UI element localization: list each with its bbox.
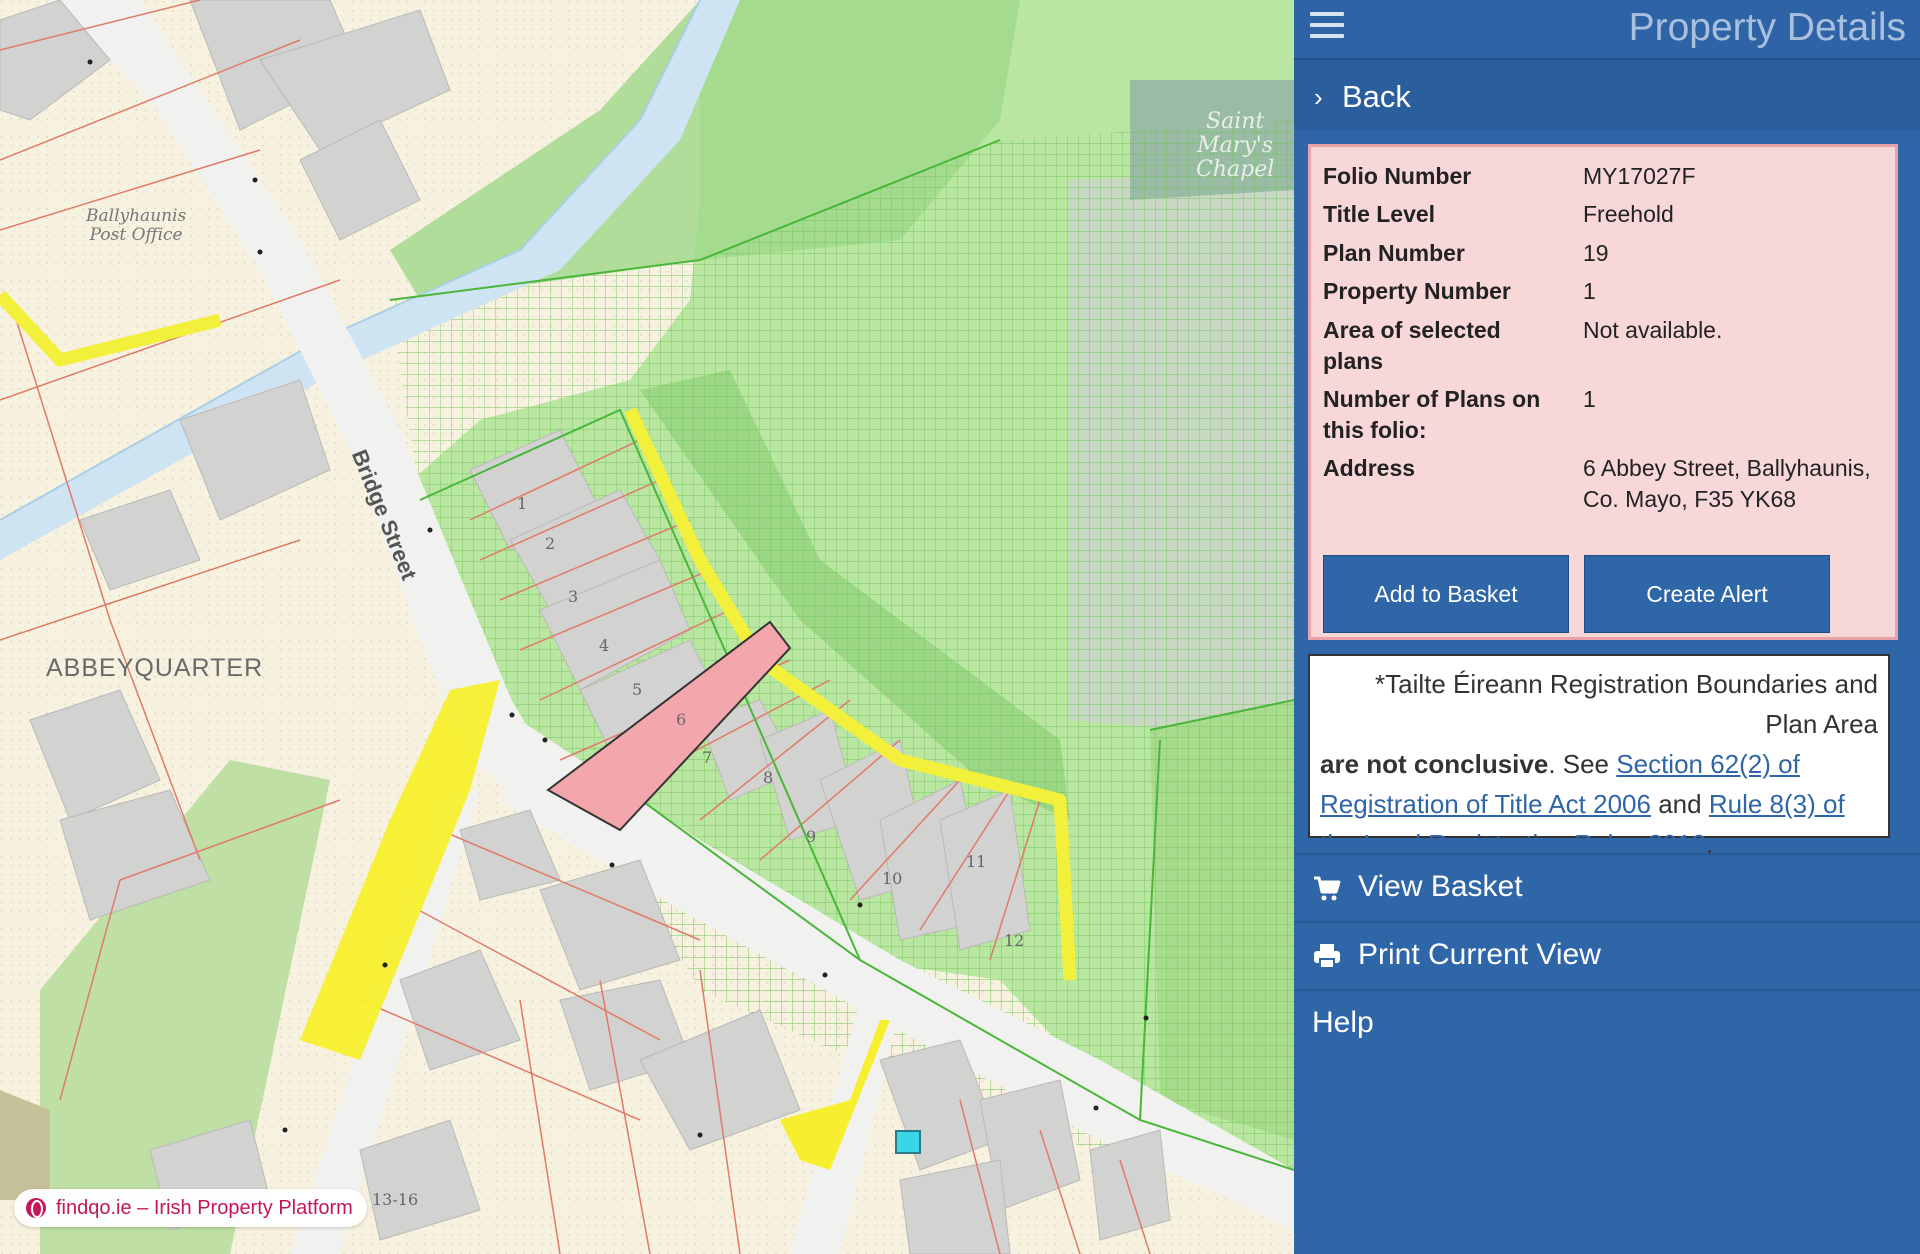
property-details-panel: Property Details › Back Folio Number MY1… xyxy=(1294,0,1920,1254)
plot-number: 13-16 xyxy=(372,1190,419,1209)
detail-value: Not available. xyxy=(1583,317,1723,343)
plot-number: 10 xyxy=(882,869,903,888)
detail-value: MY17027F xyxy=(1583,163,1696,189)
detail-key: Address xyxy=(1323,455,1416,481)
notice-and: and xyxy=(1658,789,1702,819)
plot-number: 12 xyxy=(1004,931,1025,950)
printer-icon xyxy=(1314,944,1340,969)
panel-title: Property Details xyxy=(1628,6,1906,49)
view-basket-button[interactable]: View Basket xyxy=(1294,853,1920,921)
detail-key: Plan Number xyxy=(1323,240,1465,266)
map-canvas[interactable] xyxy=(0,0,1294,1254)
detail-key: Property Number xyxy=(1323,278,1511,304)
notice-bold: are not conclusive xyxy=(1320,749,1549,779)
detail-value: 19 xyxy=(1583,240,1609,266)
plot-number: 7 xyxy=(702,748,713,767)
detail-value: 1 xyxy=(1583,278,1596,304)
post-office-label: Ballyhaunis Post Office xyxy=(86,206,187,245)
help-button[interactable]: Help xyxy=(1294,989,1920,1057)
plot-number: 1 xyxy=(517,494,528,513)
plot-number: 5 xyxy=(632,680,643,699)
plot-number: 3 xyxy=(568,587,579,606)
detail-key: Folio Number xyxy=(1323,163,1472,189)
plot-number: 6 xyxy=(676,710,687,729)
back-label: Back xyxy=(1342,79,1411,114)
hamburger-icon[interactable] xyxy=(1310,12,1344,42)
detail-value: Freehold xyxy=(1583,201,1674,227)
plot-number: 2 xyxy=(545,534,556,553)
help-label: Help xyxy=(1312,1006,1374,1039)
area-label: ABBEYQUARTER xyxy=(46,654,264,682)
property-details-card: Folio Number MY17027F Title Level Freeho… xyxy=(1308,144,1898,640)
plot-number: 4 xyxy=(599,636,610,655)
panel-header: Property Details xyxy=(1294,0,1920,58)
cart-icon xyxy=(1314,876,1341,901)
add-to-basket-button[interactable]: Add to Basket xyxy=(1323,555,1569,633)
disclaimer-notice: *Tailte Éireann Registration Boundaries … xyxy=(1308,654,1890,859)
detail-key: Number of Plans on this folio: xyxy=(1323,386,1541,443)
watermark-badge: findqo.ie – Irish Property Platform xyxy=(14,1189,367,1227)
print-current-view-label: Print Current View xyxy=(1358,938,1601,971)
notice-see: . See xyxy=(1548,749,1610,779)
chapel-label: Saint Mary's Chapel xyxy=(1196,109,1275,183)
detail-value: 1 xyxy=(1583,386,1596,412)
detail-key: Title Level xyxy=(1323,201,1436,227)
chevron-right-icon: › xyxy=(1314,82,1323,112)
print-current-view-button[interactable]: Print Current View xyxy=(1294,921,1920,989)
plot-number: 11 xyxy=(966,852,987,871)
plot-number: 8 xyxy=(763,768,774,787)
plot-number: 9 xyxy=(806,827,817,846)
detail-key: Area of selected plans xyxy=(1323,317,1501,374)
map-view[interactable]: Ballyhaunis Post Office Saint Mary's Cha… xyxy=(0,0,1294,1254)
view-basket-label: View Basket xyxy=(1358,870,1523,903)
globe-icon xyxy=(26,1198,46,1218)
notice-intro: *Tailte Éireann Registration Boundaries … xyxy=(1375,669,1878,739)
watermark-text: findqo.ie – Irish Property Platform xyxy=(56,1196,353,1219)
back-button[interactable]: › Back xyxy=(1294,58,1920,130)
create-alert-button[interactable]: Create Alert xyxy=(1584,555,1830,633)
detail-value: 6 Abbey Street, Ballyhaunis, Co. Mayo, F… xyxy=(1583,455,1871,512)
